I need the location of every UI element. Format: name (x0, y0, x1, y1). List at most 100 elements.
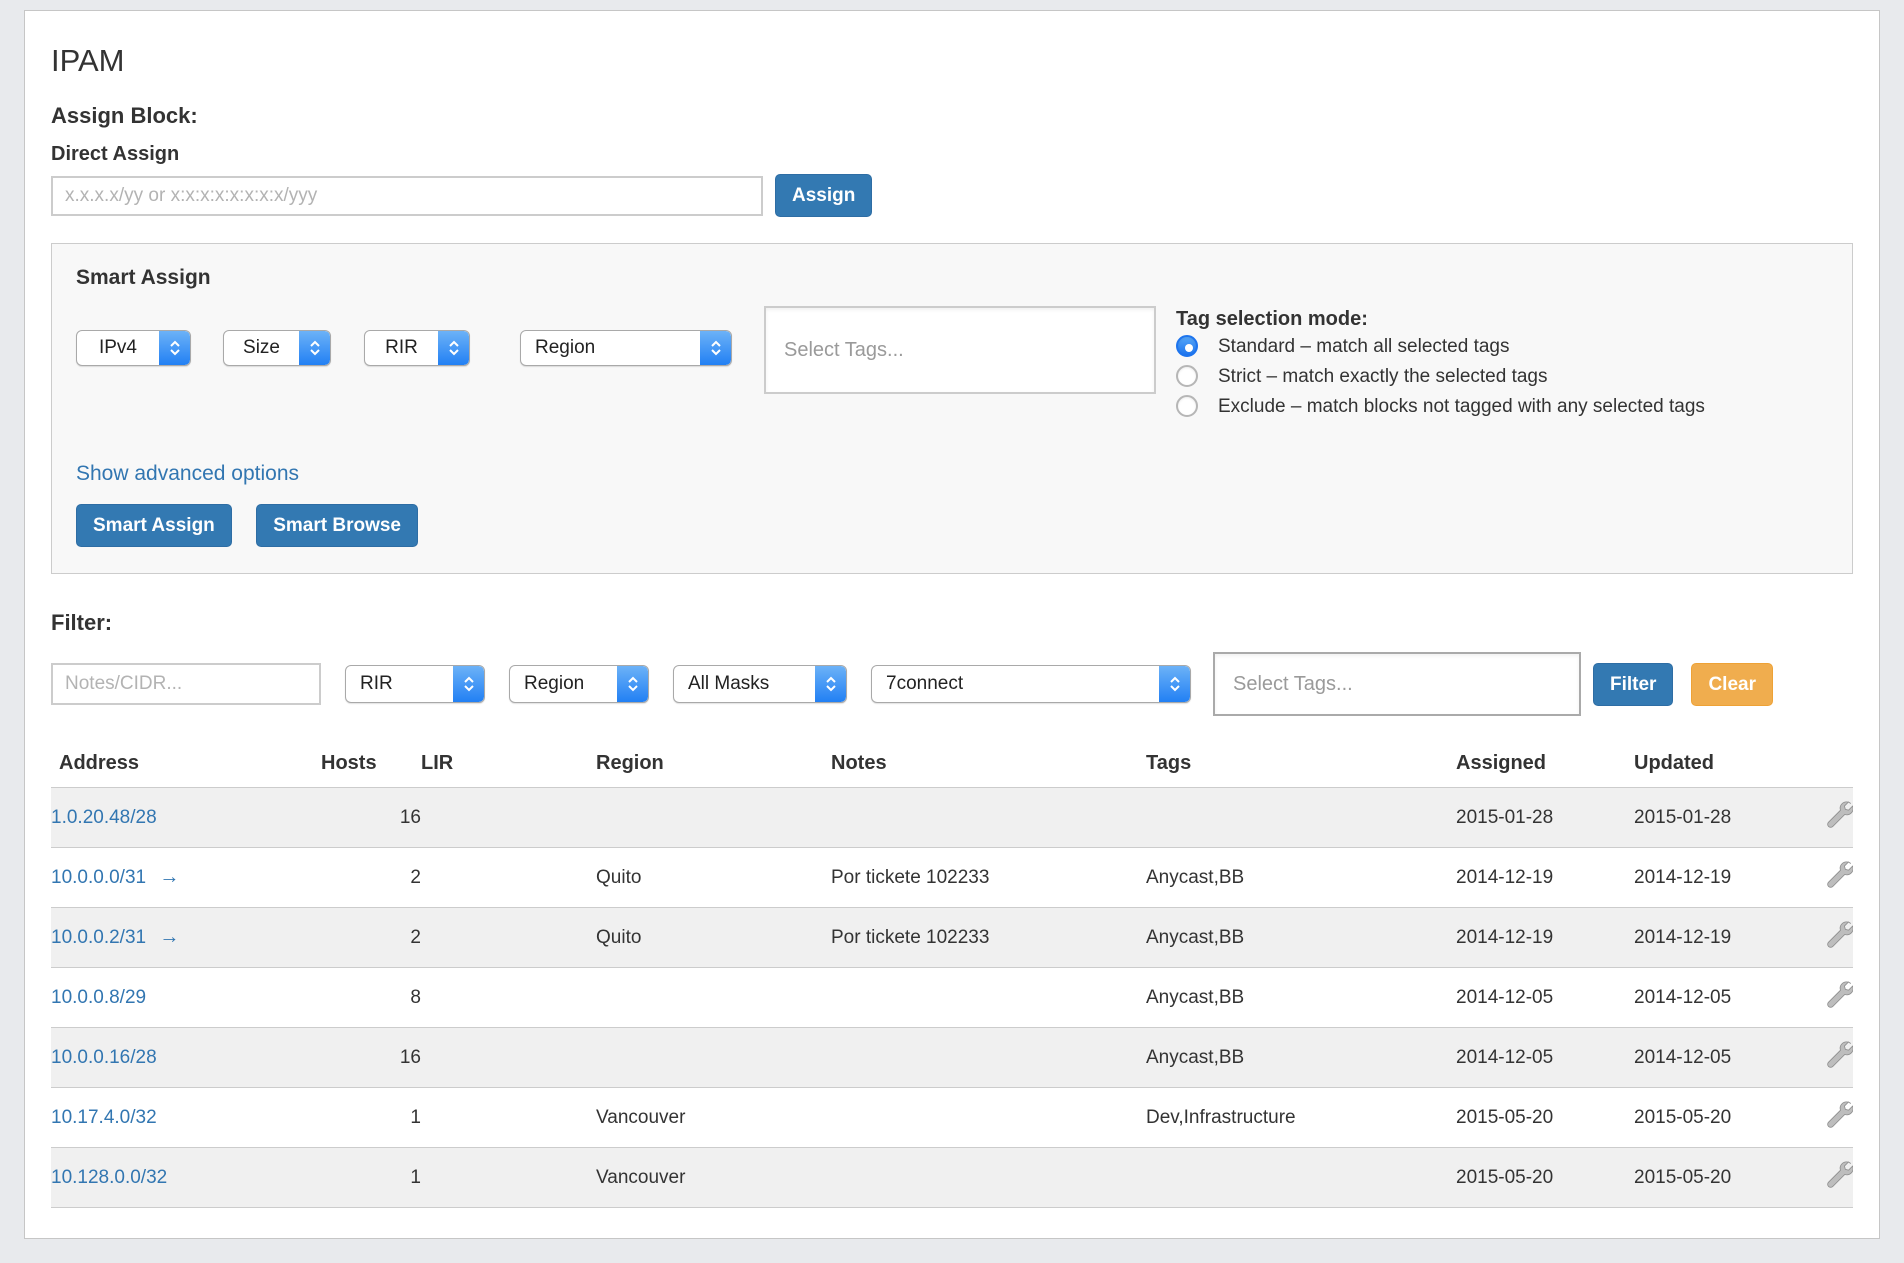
col-header-hosts: Hosts (321, 744, 421, 788)
address-link[interactable]: 10.17.4.0/32 (51, 1107, 157, 1128)
col-header-notes: Notes (831, 744, 1146, 788)
hosts-cell: 16 (321, 1028, 421, 1088)
lir-cell (421, 908, 596, 968)
assigned-cell: 2015-01-28 (1456, 788, 1634, 848)
table-row: 10.0.0.2/31 → 2 Quito Por tickete 102233… (51, 908, 1853, 968)
edit-wrench-icon[interactable] (1826, 1161, 1853, 1188)
chevron-up-down-icon (617, 666, 648, 702)
notes-cell (831, 788, 1146, 848)
blocks-table: Address Hosts LIR Region Notes Tags Assi… (51, 744, 1853, 1208)
smart-buttons-row: Smart Assign Smart Browse (76, 504, 1828, 547)
updated-cell: 2015-05-20 (1634, 1148, 1809, 1208)
filter-masks-select-value: All Masks (674, 666, 815, 702)
notes-cell (831, 1088, 1146, 1148)
filter-masks-select[interactable]: All Masks (673, 665, 847, 703)
chevron-up-down-icon (438, 331, 469, 365)
col-header-lir: LIR (421, 744, 596, 788)
hosts-cell: 1 (321, 1148, 421, 1208)
hosts-cell: 2 (321, 848, 421, 908)
edit-wrench-icon[interactable] (1826, 981, 1853, 1008)
tag-mode-option-strict[interactable]: Strict – match exactly the selected tags (1176, 362, 1721, 392)
updated-cell: 2014-12-19 (1634, 908, 1809, 968)
assigned-cell: 2014-12-05 (1456, 1028, 1634, 1088)
edit-wrench-icon[interactable] (1826, 921, 1853, 948)
updated-cell: 2014-12-19 (1634, 848, 1809, 908)
region-select[interactable]: Region (520, 330, 732, 366)
filter-rir-select[interactable]: RIR (345, 665, 485, 703)
col-header-updated: Updated (1634, 744, 1809, 788)
assign-block-heading: Assign Block: (51, 103, 1853, 129)
region-cell: Quito (596, 908, 831, 968)
radio-strict[interactable] (1176, 365, 1198, 387)
notes-cidr-input[interactable] (51, 663, 321, 705)
updated-cell: 2015-01-28 (1634, 788, 1809, 848)
address-link[interactable]: 10.0.0.2/31 (51, 927, 146, 948)
col-header-region: Region (596, 744, 831, 788)
smart-assign-button[interactable]: Smart Assign (76, 504, 232, 547)
edit-wrench-icon[interactable] (1826, 1041, 1853, 1068)
filter-resource-select-value: 7connect (872, 666, 1159, 702)
assigned-cell: 2014-12-19 (1456, 908, 1634, 968)
notes-cell: Por tickete 102233 (831, 908, 1146, 968)
rir-select[interactable]: RIR (364, 330, 470, 366)
radio-standard[interactable] (1176, 335, 1198, 357)
clear-button[interactable]: Clear (1691, 663, 1773, 706)
tag-mode-option-exclude-label: Exclude – match blocks not tagged with a… (1218, 396, 1705, 417)
smart-browse-button[interactable]: Smart Browse (256, 504, 418, 547)
region-cell (596, 968, 831, 1028)
edit-wrench-icon[interactable] (1826, 1101, 1853, 1128)
show-advanced-options-link[interactable]: Show advanced options (76, 462, 299, 486)
edit-wrench-icon[interactable] (1826, 861, 1853, 888)
region-cell (596, 1028, 831, 1088)
assigned-cell: 2014-12-19 (1456, 848, 1634, 908)
tag-selection-mode-label: Tag selection mode: (1176, 306, 1721, 332)
size-select-value: Size (224, 331, 299, 365)
table-row: 10.0.0.0/31 → 2 Quito Por tickete 102233… (51, 848, 1853, 908)
lir-cell (421, 1148, 596, 1208)
address-link[interactable]: 1.0.20.48/28 (51, 807, 157, 828)
tag-mode-option-standard-label: Standard – match all selected tags (1218, 336, 1510, 357)
table-row: 10.0.0.16/28 → 16 Anycast,BB 2014-12-05 … (51, 1028, 1853, 1088)
tag-mode-option-standard[interactable]: Standard – match all selected tags (1176, 332, 1721, 362)
filter-region-select[interactable]: Region (509, 665, 649, 703)
assign-button[interactable]: Assign (775, 174, 872, 217)
ip-version-select[interactable]: IPv4 (76, 330, 191, 366)
filter-tags-input[interactable]: Select Tags... (1213, 652, 1581, 716)
address-link[interactable]: 10.0.0.0/31 (51, 867, 146, 888)
tags-cell (1146, 788, 1456, 848)
region-select-value: Region (521, 331, 700, 365)
radio-exclude[interactable] (1176, 395, 1198, 417)
notes-cell (831, 968, 1146, 1028)
direct-assign-input[interactable] (51, 176, 763, 216)
direct-assign-row: Assign (51, 174, 1853, 217)
chevron-up-down-icon (299, 331, 330, 365)
hosts-cell: 16 (321, 788, 421, 848)
col-header-address: Address (51, 744, 321, 788)
table-row: 10.128.0.0/32 → 1 Vancouver 2015-05-20 2… (51, 1148, 1853, 1208)
tag-mode-option-strict-label: Strict – match exactly the selected tags (1218, 366, 1548, 387)
filter-button[interactable]: Filter (1593, 663, 1673, 706)
direct-assign-label: Direct Assign (51, 143, 1853, 166)
size-select[interactable]: Size (223, 330, 331, 366)
assigned-cell: 2015-05-20 (1456, 1088, 1634, 1148)
ip-version-select-value: IPv4 (77, 331, 159, 365)
filter-rir-select-value: RIR (346, 666, 453, 702)
chevron-up-down-icon (1159, 666, 1190, 702)
tags-cell: Anycast,BB (1146, 848, 1456, 908)
table-row: 1.0.20.48/28 → 16 2015-01-28 2015-01-28 (51, 788, 1853, 848)
smart-tags-input[interactable]: Select Tags... (764, 306, 1156, 394)
address-link[interactable]: 10.128.0.0/32 (51, 1167, 167, 1188)
edit-wrench-icon[interactable] (1826, 801, 1853, 828)
region-cell (596, 788, 831, 848)
smart-assign-heading: Smart Assign (76, 266, 1828, 290)
address-link[interactable]: 10.0.0.16/28 (51, 1047, 157, 1068)
address-link[interactable]: 10.0.0.8/29 (51, 987, 146, 1008)
lir-cell (421, 1088, 596, 1148)
col-header-assigned: Assigned (1456, 744, 1634, 788)
table-row: 10.17.4.0/32 → 1 Vancouver Dev,Infrastru… (51, 1088, 1853, 1148)
tag-mode-option-exclude[interactable]: Exclude – match blocks not tagged with a… (1176, 392, 1721, 422)
tags-cell: Dev,Infrastructure (1146, 1088, 1456, 1148)
table-row: 10.0.0.8/29 → 8 Anycast,BB 2014-12-05 20… (51, 968, 1853, 1028)
tag-selection-mode-group: Tag selection mode: Standard – match all… (1176, 306, 1721, 422)
filter-resource-select[interactable]: 7connect (871, 665, 1191, 703)
